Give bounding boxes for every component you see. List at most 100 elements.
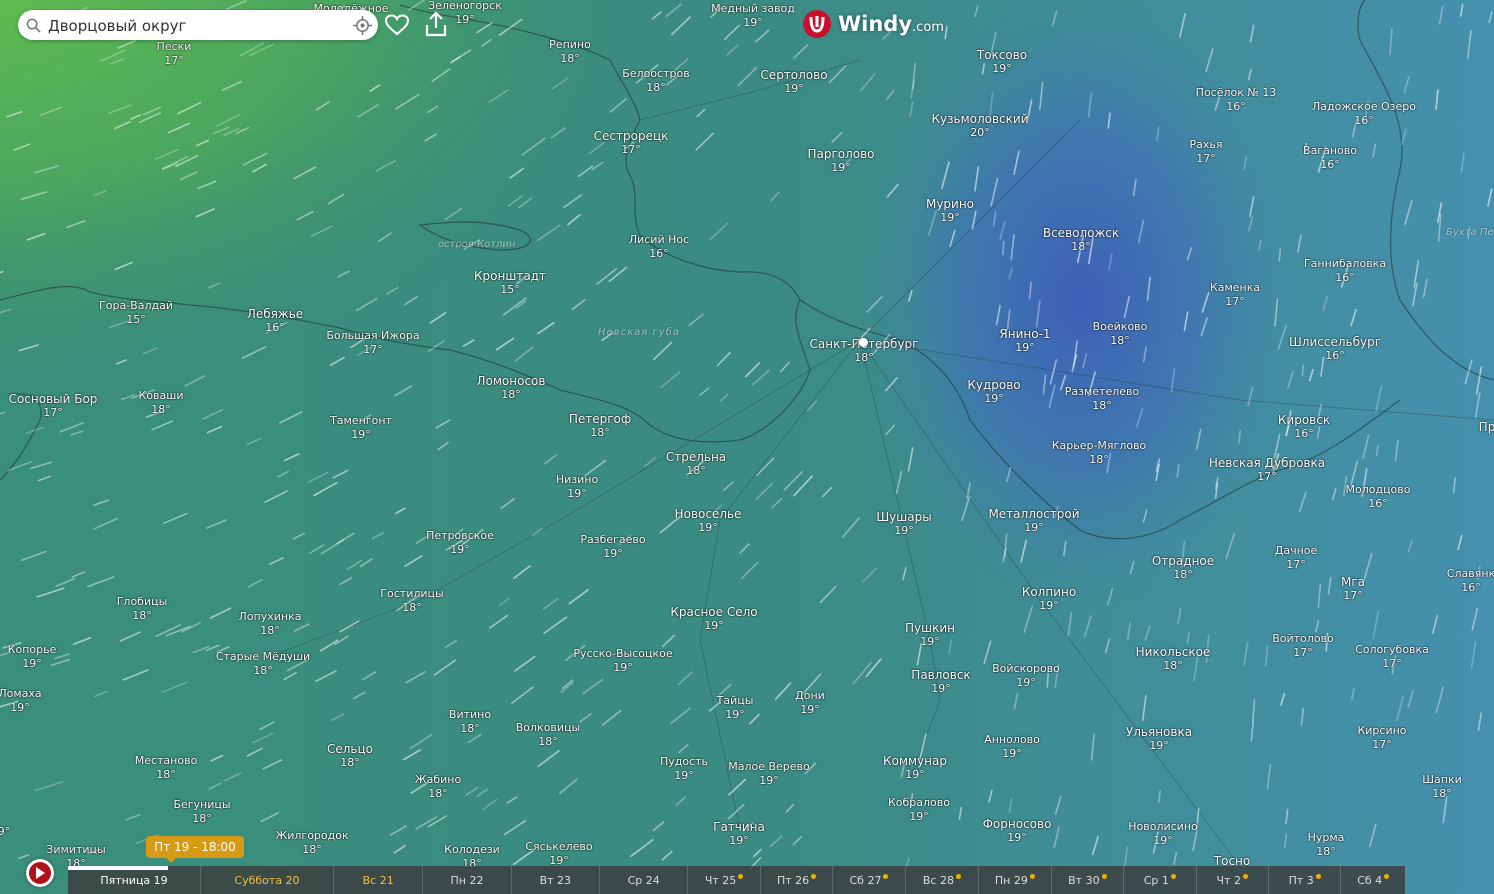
city-label[interactable]: Ганнибаловка 16°: [1304, 257, 1386, 285]
city-label[interactable]: Петровское 19°: [426, 529, 494, 557]
city-label[interactable]: Дачное 17°: [1275, 544, 1318, 572]
city-label[interactable]: Кудрово 19°: [967, 378, 1020, 406]
locate-icon[interactable]: [353, 16, 372, 35]
city-label[interactable]: Каменка 17°: [1210, 281, 1260, 309]
timeline-day[interactable]: Пятница 19: [68, 866, 200, 894]
city-label[interactable]: Красное Село 19°: [670, 605, 757, 633]
city-label[interactable]: Гатчина 19°: [713, 820, 765, 848]
city-label[interactable]: Репино 18°: [549, 38, 591, 66]
city-label[interactable]: Таменгонт 19°: [330, 414, 392, 442]
city-label[interactable]: Колпино 19°: [1022, 585, 1076, 613]
city-label[interactable]: Форносово 19°: [983, 817, 1052, 845]
city-label[interactable]: Кронштадт 15°: [474, 269, 546, 297]
city-label[interactable]: Стрельна 18°: [666, 450, 726, 478]
city-label[interactable]: Сельцо 18°: [327, 742, 373, 770]
search-bar[interactable]: [18, 10, 378, 40]
city-label[interactable]: Шлиссельбург 16°: [1289, 335, 1381, 363]
city-label[interactable]: Бегуницы 18°: [173, 798, 230, 826]
city-label[interactable]: Ладожское Озеро 16°: [1312, 100, 1416, 128]
city-label[interactable]: 9°: [0, 825, 10, 839]
city-label[interactable]: Янино-1 19°: [999, 327, 1050, 355]
location-marker[interactable]: [859, 338, 868, 347]
city-label[interactable]: Парголово 19°: [807, 147, 874, 175]
search-input[interactable]: [46, 14, 350, 38]
city-label[interactable]: Славянк 16°: [1447, 567, 1494, 595]
city-label[interactable]: Пушкин 19°: [905, 621, 955, 649]
timeline-day[interactable]: Вт 23: [510, 866, 599, 894]
city-label[interactable]: Сологубовка 17°: [1355, 643, 1429, 671]
city-label[interactable]: Кировск 16°: [1278, 413, 1330, 441]
city-label[interactable]: Волковицы 18°: [516, 721, 581, 749]
city-label[interactable]: Ломаха 19°: [0, 687, 42, 715]
timeline-day[interactable]: Пт 3: [1267, 866, 1340, 894]
timeline-day[interactable]: Ср 1: [1123, 866, 1195, 894]
city-label[interactable]: Старые Мёдуши 18°: [216, 650, 310, 678]
city-label[interactable]: Жилгородок 18°: [275, 829, 348, 857]
timeline-day[interactable]: Пт 26: [759, 866, 832, 894]
city-label[interactable]: Сосновый Бор 17°: [9, 392, 98, 420]
timeline-day[interactable]: Пн 22: [422, 866, 510, 894]
timeline-day[interactable]: Чт 25: [687, 866, 759, 894]
city-label[interactable]: Токсово 19°: [977, 48, 1027, 76]
city-label[interactable]: Войскорово 19°: [992, 662, 1060, 690]
timeline-day[interactable]: Вт 30: [1050, 866, 1123, 894]
favorite-button[interactable]: [384, 12, 410, 38]
city-label[interactable]: Нурма 18°: [1308, 831, 1345, 859]
city-label[interactable]: Разметелево 18°: [1065, 385, 1139, 413]
city-label[interactable]: Новоселье 19°: [675, 507, 742, 535]
timeline-day[interactable]: Вс 21: [333, 866, 422, 894]
city-label[interactable]: Ульяновка 19°: [1126, 725, 1192, 753]
city-label[interactable]: Аннолово 19°: [984, 733, 1040, 761]
city-label[interactable]: Гора-Валдай 15°: [99, 299, 173, 327]
city-label[interactable]: Сестрорецк 17°: [594, 129, 669, 157]
city-label[interactable]: Петергоф 18°: [569, 412, 631, 440]
city-label[interactable]: Малое Верево 19°: [728, 760, 810, 788]
city-label[interactable]: Копорье 19°: [8, 643, 57, 671]
city-label[interactable]: Кузьмоловский 20°: [932, 112, 1029, 140]
city-label[interactable]: Карьер-Мяглово 18°: [1052, 439, 1147, 467]
city-label[interactable]: Коваши 18°: [139, 389, 184, 417]
city-label[interactable]: Мурино 19°: [926, 197, 974, 225]
play-button[interactable]: [26, 859, 54, 887]
city-label[interactable]: Воейково 18°: [1093, 320, 1148, 348]
city-label[interactable]: Глобицы 18°: [117, 595, 168, 623]
city-label[interactable]: Шапки 18°: [1422, 773, 1462, 801]
city-label[interactable]: Местаново 18°: [135, 754, 198, 782]
timeline-day[interactable]: Ср 24: [599, 866, 687, 894]
timeline-day[interactable]: Чт 2: [1195, 866, 1268, 894]
city-label[interactable]: Посёлок № 13 16°: [1196, 86, 1277, 114]
timeline-day[interactable]: Суббота 20: [200, 866, 333, 894]
timeline-bar[interactable]: Пятница 19 Суббота 20 Вс 21 Пн 22 Вт 23 Ср 24…: [68, 866, 1405, 894]
city-label[interactable]: Ломоносов 18°: [477, 374, 546, 402]
city-label[interactable]: Молодцово 16°: [1345, 483, 1410, 511]
city-label[interactable]: Лебяжье 16°: [247, 307, 303, 335]
city-label[interactable]: Лопухинка 18°: [239, 610, 302, 638]
city-label[interactable]: Разбегаево 19°: [580, 533, 645, 561]
windy-logo[interactable]: Windy .com: [802, 8, 944, 40]
city-label[interactable]: Рахья 17°: [1190, 138, 1223, 166]
city-label[interactable]: Никольское 18°: [1136, 645, 1211, 673]
city-label[interactable]: Белоостров 18°: [622, 67, 689, 95]
city-label[interactable]: Витино 18°: [449, 708, 491, 736]
city-label[interactable]: Кобралово 19°: [888, 796, 950, 824]
city-label[interactable]: Гостилицы 18°: [380, 587, 443, 615]
city-label[interactable]: Шушары 19°: [876, 510, 931, 538]
city-label[interactable]: Невская Дубровка 17°: [1209, 456, 1325, 484]
city-label[interactable]: Новолисино 19°: [1128, 820, 1198, 848]
city-label[interactable]: Тайцы 19°: [717, 694, 754, 722]
city-label[interactable]: Пр: [1479, 420, 1494, 434]
city-label[interactable]: Павловск 19°: [911, 668, 970, 696]
city-label[interactable]: Отрадное 18°: [1152, 554, 1214, 582]
current-time-bubble[interactable]: Пт 19 - 18:00: [146, 836, 244, 863]
city-label[interactable]: Кирсино 17°: [1357, 724, 1406, 752]
city-label[interactable]: Медный завод 19°: [711, 2, 795, 30]
share-button[interactable]: [423, 10, 449, 38]
city-label[interactable]: Мга 17°: [1341, 575, 1365, 603]
city-label[interactable]: Сертолово 19°: [760, 68, 827, 96]
city-label[interactable]: Пудость 19°: [660, 755, 708, 783]
timeline-day[interactable]: Сб 27: [832, 866, 904, 894]
city-label[interactable]: Ваганово 16°: [1303, 144, 1357, 172]
city-label[interactable]: Всеволожск 18°: [1043, 226, 1119, 254]
city-label[interactable]: Сяськелево 19°: [525, 840, 592, 868]
city-label[interactable]: Большая Ижора 17°: [326, 329, 419, 357]
